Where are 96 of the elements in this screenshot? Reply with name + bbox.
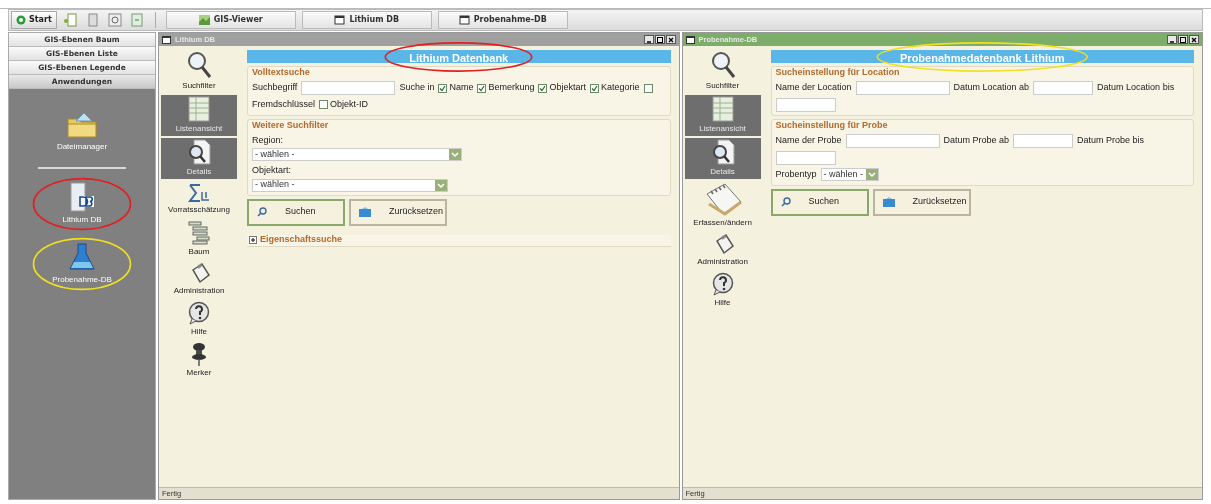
window-icon	[458, 15, 470, 25]
nav-item[interactable]: Listenansicht	[161, 95, 237, 136]
field-label: Datum Location bis	[1097, 81, 1175, 95]
document-search-icon	[710, 139, 735, 165]
field-label: Datum Probe ab	[943, 134, 1010, 148]
checkbox[interactable]	[538, 83, 548, 93]
date-field[interactable]	[1013, 134, 1074, 148]
taskbar-tab[interactable]: Probenahme-DB	[437, 11, 568, 29]
field-label: Probentyp	[775, 168, 817, 181]
nav-item[interactable]: Merker	[161, 341, 237, 380]
input-field[interactable]	[855, 81, 950, 95]
search-icon	[186, 51, 212, 79]
maximize-icon[interactable]	[1179, 35, 1187, 44]
field-label: Datum Location ab	[953, 81, 1030, 95]
action-button[interactable]: Suchen	[770, 188, 869, 216]
nav-item[interactable]: Listenansicht	[684, 95, 761, 136]
field-label: Region:	[252, 133, 285, 147]
nav-item[interactable]: Hilfe	[161, 300, 237, 339]
nav-item[interactable]: Administration	[684, 232, 761, 269]
maximize-icon[interactable]	[655, 35, 664, 44]
dropdown[interactable]: - wählen -	[252, 148, 462, 161]
nav-item[interactable]: Suchfilter	[684, 50, 761, 93]
add-window-icon[interactable]	[62, 12, 79, 28]
heading-text: Probenahmedatenbank Lithium	[900, 51, 1065, 64]
close-icon[interactable]	[1190, 35, 1198, 44]
checkbox-label: Objekt-ID	[330, 98, 369, 111]
date-field[interactable]	[775, 151, 836, 165]
nav-item[interactable]: Erfassen/ändern	[684, 181, 761, 230]
date-field[interactable]	[1033, 81, 1094, 95]
close-icon[interactable]	[666, 35, 675, 44]
checkbox[interactable]	[319, 100, 329, 110]
map-icon	[198, 15, 210, 25]
database-icon	[69, 182, 95, 212]
input-field[interactable]	[301, 81, 396, 95]
reset-icon	[359, 207, 371, 217]
caret-icon[interactable]	[449, 149, 461, 160]
checkbox-label: Name	[449, 81, 474, 95]
window-icon	[162, 35, 171, 44]
caret-icon[interactable]	[865, 169, 878, 181]
nav-item[interactable]: Administration	[161, 261, 237, 298]
nav-item[interactable]: Vorratsschätzung	[161, 181, 237, 218]
reset-icon	[882, 197, 895, 207]
field-label: Fremdschlüssel	[252, 98, 316, 111]
input-field[interactable]	[845, 134, 940, 148]
search-icon	[257, 207, 267, 217]
tree-list-icon	[188, 221, 210, 245]
field-label: Suchbegriff	[252, 81, 298, 95]
fieldset-legend: Sucheinstellung für Probe	[775, 120, 1189, 131]
fieldset-legend: Volltextsuche	[252, 67, 666, 78]
window-icon	[334, 15, 346, 25]
window-icon	[685, 35, 695, 44]
start-button[interactable]: Start	[11, 11, 57, 29]
nav-item[interactable]: Suchfilter	[161, 50, 237, 93]
app-launcher[interactable]: Lithium DB	[62, 182, 102, 226]
checkbox-label: Objektart	[549, 81, 586, 95]
collapsible-header[interactable]: Eigenschaftssuche	[247, 234, 671, 247]
field-label: Name der Location	[775, 81, 852, 95]
app-launcher[interactable]: Probenahme-DB	[52, 242, 112, 286]
action-button[interactable]: Zurücksetzen	[872, 188, 971, 216]
action-button[interactable]: Suchen	[247, 198, 345, 226]
checkbox-label: Bemerkung	[488, 81, 535, 95]
checkbox[interactable]	[438, 83, 448, 93]
search-icon	[780, 197, 791, 207]
document-icon[interactable]	[128, 12, 145, 28]
field-label: Datum Probe bis	[1077, 134, 1145, 148]
document-search-icon	[187, 139, 211, 165]
table-icon	[710, 96, 735, 122]
search-icon	[709, 51, 736, 79]
app-launcher[interactable]: Dateimanager	[56, 111, 108, 153]
table-icon	[187, 96, 211, 122]
checkbox[interactable]	[643, 83, 653, 93]
flask-icon	[69, 242, 95, 272]
pin-icon	[191, 342, 207, 366]
dropdown[interactable]: - wählen -	[820, 168, 879, 182]
nav-item[interactable]: Baum	[161, 220, 237, 259]
taskbar-tab[interactable]: GIS-Viewer	[165, 11, 296, 29]
nav-item[interactable]: Details	[161, 138, 237, 179]
nav-item[interactable]: Details	[684, 138, 761, 179]
date-field[interactable]	[775, 98, 836, 112]
folder-icon	[66, 111, 98, 139]
field-label: Suche in	[399, 81, 435, 95]
fieldset-legend: Sucheinstellung für Location	[775, 67, 1189, 78]
field-label: Name der Probe	[775, 134, 842, 148]
fieldset-legend: Weitere Suchfilter	[252, 119, 666, 131]
start-icon	[16, 15, 26, 25]
action-button[interactable]: Zurücksetzen	[349, 198, 447, 226]
heading-text: Lithium Datenbank	[409, 51, 509, 64]
caret-icon[interactable]	[435, 179, 447, 191]
checkbox[interactable]	[477, 83, 487, 93]
field-label: Objektart:	[252, 164, 292, 177]
checkbox-label: Kategorie	[600, 81, 640, 95]
taskbar-tab[interactable]: Lithium DB	[301, 11, 432, 29]
sigma-icon	[187, 183, 211, 203]
nav-item[interactable]: Hilfe	[684, 271, 761, 310]
dropdown[interactable]: - wählen -	[252, 178, 448, 192]
checkbox[interactable]	[589, 83, 599, 93]
